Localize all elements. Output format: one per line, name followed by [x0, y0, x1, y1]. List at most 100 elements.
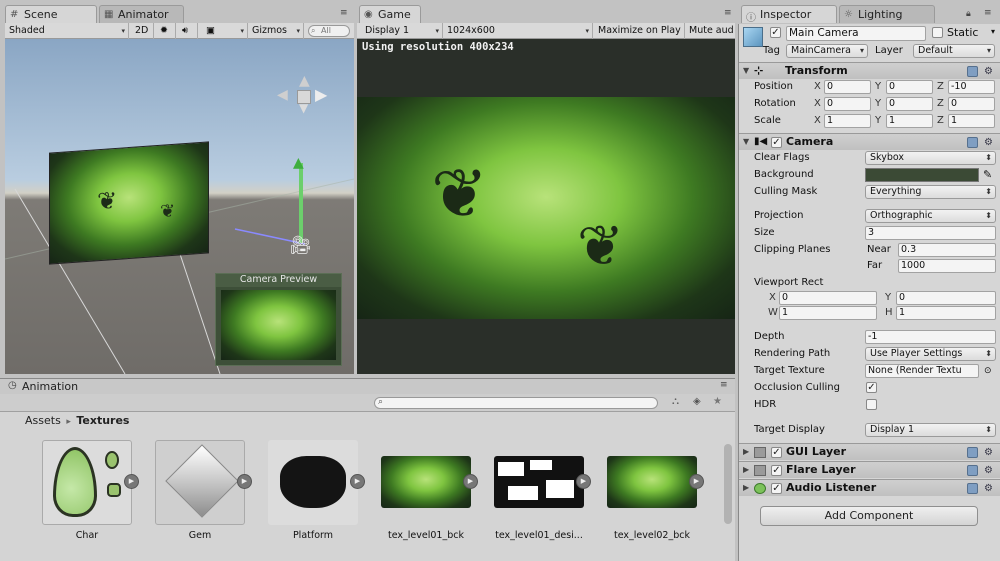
static-dropdown-icon[interactable]: ▾ — [991, 27, 995, 36]
orientation-gizmo[interactable]: ▲ ◀ ▶ ▼ — [277, 73, 337, 133]
tab-animation[interactable]: Animation — [22, 380, 78, 393]
transform-header[interactable]: ▼ ⊹ Transform ⚙ — [739, 62, 1000, 79]
hdr-checkbox[interactable] — [866, 399, 877, 410]
background-color-swatch[interactable] — [865, 168, 979, 182]
tab-inspector[interactable]: ⓘ Inspector — [741, 5, 837, 23]
tab-scene[interactable]: # Scene — [5, 5, 97, 23]
favorite-star-icon[interactable]: ★ — [713, 396, 722, 407]
play-icon[interactable]: ▶ — [124, 474, 139, 489]
rotation-y[interactable]: 0 — [886, 97, 933, 111]
filter-label-icon[interactable]: ◈ — [693, 396, 701, 407]
add-component-button[interactable]: Add Component — [760, 506, 978, 526]
play-icon[interactable]: ▶ — [689, 474, 704, 489]
lock-icon[interactable]: 🔒︎ — [966, 9, 971, 19]
audio-listener-checkbox[interactable]: ✓ — [771, 483, 782, 494]
project-search-input[interactable]: ⌕ — [374, 397, 658, 409]
asset-item[interactable]: ▶ tex_level02_bck — [597, 436, 707, 546]
lighting-toggle-icon[interactable]: ✹ — [154, 23, 176, 39]
play-icon[interactable]: ▶ — [350, 474, 365, 489]
tab-game[interactable]: ◉ Game — [359, 5, 421, 23]
culling-mask-dropdown[interactable]: Everything ⬍ — [865, 185, 996, 199]
help-book-icon[interactable] — [967, 65, 979, 77]
audio-listener-header[interactable]: ▶ ✓ Audio Listener ⚙ — [739, 479, 1000, 496]
breadcrumb-textures[interactable]: Textures — [76, 414, 129, 427]
help-book-icon[interactable] — [967, 482, 979, 494]
target-display-dropdown[interactable]: Display 1 ⬍ — [865, 423, 996, 437]
asset-item[interactable]: ▶ Gem — [145, 436, 255, 546]
transform-move-gizmo[interactable] — [299, 163, 303, 243]
help-book-icon[interactable] — [967, 136, 979, 148]
eyedropper-icon[interactable]: ✎ — [983, 167, 992, 183]
pane-menu-icon[interactable]: ≡ — [724, 8, 732, 18]
play-icon[interactable]: ▶ — [576, 474, 591, 489]
position-y[interactable]: 0 — [886, 80, 933, 94]
camera-header[interactable]: ▼ ▮◀ ✓ Camera ⚙ — [739, 133, 1000, 150]
scene-search-input[interactable]: ⌕ All — [308, 25, 350, 37]
projection-dropdown[interactable]: Orthographic ⬍ — [865, 209, 996, 223]
mute-audio-toggle[interactable]: Mute aud — [685, 23, 735, 39]
asset-item[interactable]: ▶ Platform — [258, 436, 368, 546]
play-icon[interactable]: ▶ — [237, 474, 252, 489]
pane-menu-icon[interactable]: ≡ — [720, 380, 728, 390]
static-checkbox[interactable] — [932, 27, 943, 38]
shading-dropdown[interactable]: Shaded ▾ — [5, 23, 129, 39]
camera-gizmo-icon[interactable]: 🎥︎ — [289, 235, 312, 256]
gui-layer-checkbox[interactable]: ✓ — [771, 447, 782, 458]
scale-x[interactable]: 1 — [824, 114, 871, 128]
position-x[interactable]: 0 — [824, 80, 871, 94]
rotation-z[interactable]: 0 — [948, 97, 995, 111]
viewport-h[interactable]: 1 — [896, 306, 996, 320]
asset-item[interactable]: ▶ Char — [32, 436, 142, 546]
flare-layer-header[interactable]: ▶ ✓ Flare Layer ⚙ — [739, 461, 1000, 478]
filter-type-icon[interactable]: ⛬ — [672, 396, 679, 407]
rotation-x[interactable]: 0 — [824, 97, 871, 111]
gizmos-dropdown[interactable]: Gizmos ▾ — [248, 23, 304, 39]
tab-animator[interactable]: ▦ Animator — [99, 5, 184, 23]
help-book-icon[interactable] — [967, 464, 979, 476]
mode-2d-toggle[interactable]: 2D — [129, 23, 154, 39]
scene-view[interactable]: ❦ ❦ ▲ 🎥︎ ▲ ◀ ▶ ▼ Camera Preview — [5, 39, 354, 374]
pane-menu-icon[interactable]: ≡ — [984, 8, 992, 18]
depth-field[interactable]: -1 — [865, 330, 996, 344]
effects-dropdown-icon[interactable]: ▣ ▾ — [198, 23, 248, 39]
gear-icon[interactable]: ⚙ — [984, 66, 993, 77]
object-picker-icon[interactable]: ⊙ — [984, 363, 992, 379]
play-icon[interactable]: ▶ — [463, 474, 478, 489]
help-book-icon[interactable] — [967, 446, 979, 458]
active-checkbox[interactable]: ✓ — [770, 27, 781, 38]
rendering-path-dropdown[interactable]: Use Player Settings ⬍ — [865, 347, 996, 361]
flare-layer-checkbox[interactable]: ✓ — [771, 465, 782, 476]
tab-lighting[interactable]: ☼ Lighting — [839, 5, 935, 23]
gui-layer-header[interactable]: ▶ ✓ GUI Layer ⚙ — [739, 443, 1000, 460]
viewport-x[interactable]: 0 — [779, 291, 877, 305]
breadcrumb-assets[interactable]: Assets — [25, 414, 61, 427]
resolution-dropdown[interactable]: 1024x600 ▾ — [443, 23, 593, 39]
gear-icon[interactable]: ⚙ — [984, 465, 993, 476]
tag-dropdown[interactable]: MainCamera ▾ — [786, 44, 868, 58]
clear-flags-dropdown[interactable]: Skybox ⬍ — [865, 151, 996, 165]
project-scrollbar[interactable] — [724, 444, 732, 524]
asset-item[interactable]: ▶ tex_level01_bck — [371, 436, 481, 546]
viewport-y[interactable]: 0 — [896, 291, 996, 305]
gear-icon[interactable]: ⚙ — [984, 447, 993, 458]
maximize-on-play-toggle[interactable]: Maximize on Play — [593, 23, 685, 39]
pane-menu-icon[interactable]: ≡ — [340, 8, 348, 18]
size-field[interactable]: 3 — [865, 226, 996, 240]
display-dropdown[interactable]: Display 1 ▾ — [357, 23, 443, 39]
layer-dropdown[interactable]: Default ▾ — [913, 44, 995, 58]
scale-z[interactable]: 1 — [948, 114, 995, 128]
occlusion-culling-checkbox[interactable]: ✓ — [866, 382, 877, 393]
gear-icon[interactable]: ⚙ — [984, 137, 993, 148]
object-name-field[interactable]: Main Camera — [786, 26, 926, 41]
asset-item[interactable]: ▶ tex_level01_desi... — [484, 436, 594, 546]
position-z[interactable]: -10 — [948, 80, 995, 94]
far-field[interactable]: 1000 — [898, 259, 996, 273]
scale-y[interactable]: 1 — [886, 114, 933, 128]
audio-toggle-icon[interactable]: 🔊︎ — [176, 23, 198, 39]
camera-enabled-checkbox[interactable]: ✓ — [771, 137, 782, 148]
game-view[interactable]: Using resolution 400x234 ❦ ❦ — [357, 39, 735, 374]
target-texture-field[interactable]: None (Render Textu — [865, 364, 979, 378]
gear-icon[interactable]: ⚙ — [984, 483, 993, 494]
viewport-w[interactable]: 1 — [779, 306, 877, 320]
near-field[interactable]: 0.3 — [898, 243, 996, 257]
